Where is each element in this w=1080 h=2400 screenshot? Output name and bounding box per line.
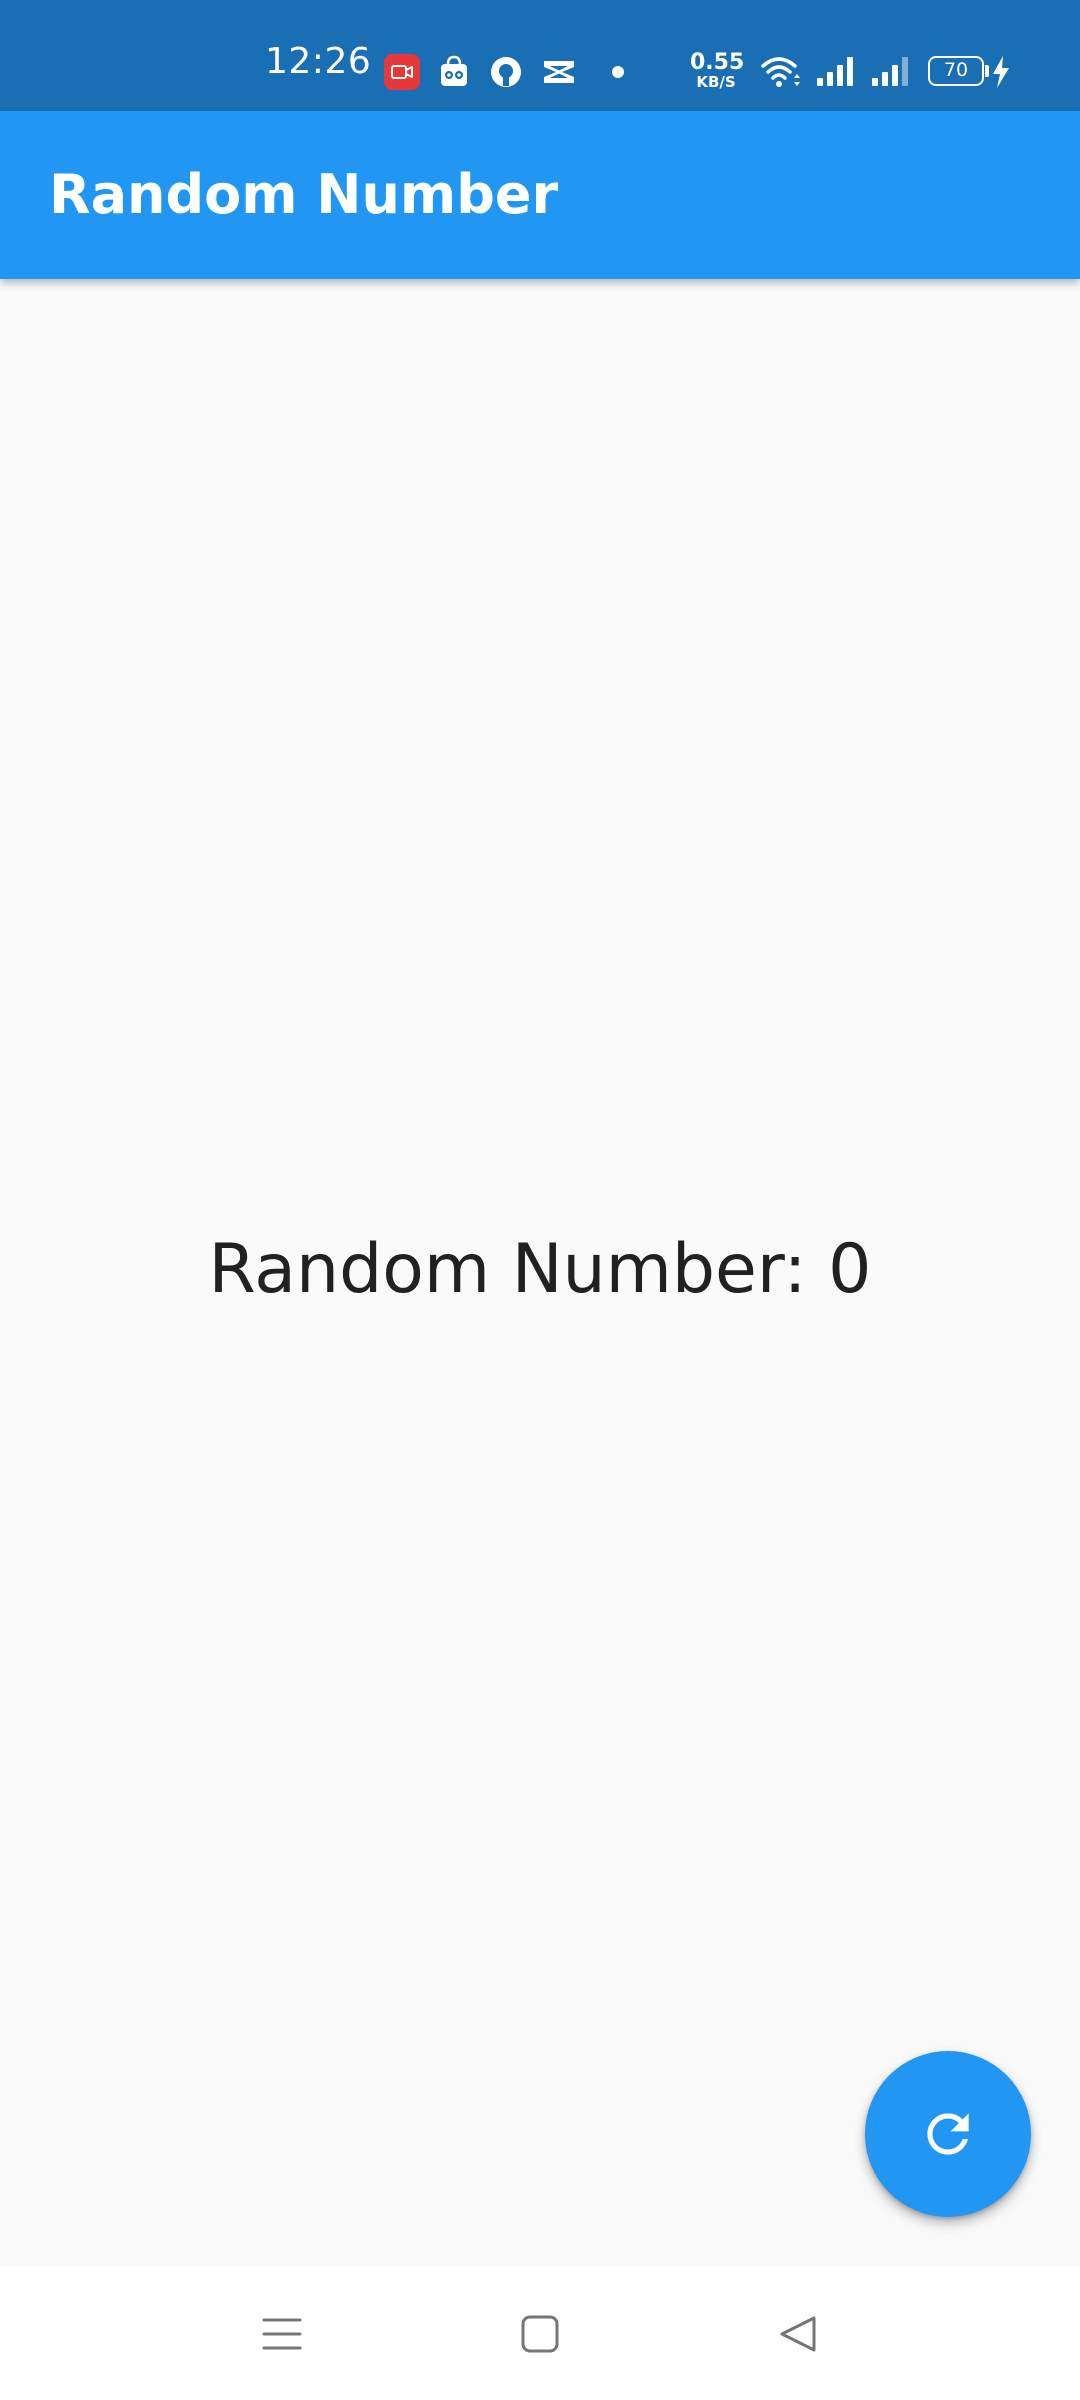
battery-icon: 70: [928, 56, 984, 86]
app-bar: Random Number: [0, 111, 1080, 279]
status-bar: 12:26 0.55 KB/S 70: [0, 0, 1080, 111]
capcut-icon: [540, 55, 578, 93]
back-triangle-icon: [780, 2316, 816, 2352]
screen-record-icon: [384, 54, 420, 90]
status-time: 12:26: [265, 41, 372, 82]
network-speed: 0.55 KB/S: [690, 50, 745, 91]
network-speed-value: 0.55: [690, 50, 745, 75]
wifi-icon: [760, 54, 802, 94]
cell-signal-icon: [815, 54, 857, 92]
refresh-button[interactable]: [865, 2051, 1031, 2217]
circle-app-icon: [488, 54, 524, 94]
back-button[interactable]: [756, 2292, 840, 2376]
notification-dot-icon: [612, 66, 624, 78]
page-title: Random Number: [49, 163, 559, 226]
home-square-icon: [521, 2315, 559, 2353]
system-nav-bar: [0, 2266, 1080, 2400]
battery-level: 70: [943, 59, 969, 81]
refresh-icon: [927, 2113, 969, 2155]
battery-tip: [985, 65, 989, 77]
charging-bolt-icon: [990, 54, 1012, 94]
cell-signal-icon: [870, 54, 912, 92]
main-content: Random Number: 0: [0, 279, 1080, 2266]
random-number-label: Random Number: 0: [208, 1230, 872, 1309]
home-button[interactable]: [498, 2292, 582, 2376]
menu-icon: [262, 2318, 302, 2350]
network-speed-unit: KB/S: [696, 73, 736, 91]
recent-apps-button[interactable]: [240, 2292, 324, 2376]
shopping-bag-icon: [438, 54, 470, 92]
